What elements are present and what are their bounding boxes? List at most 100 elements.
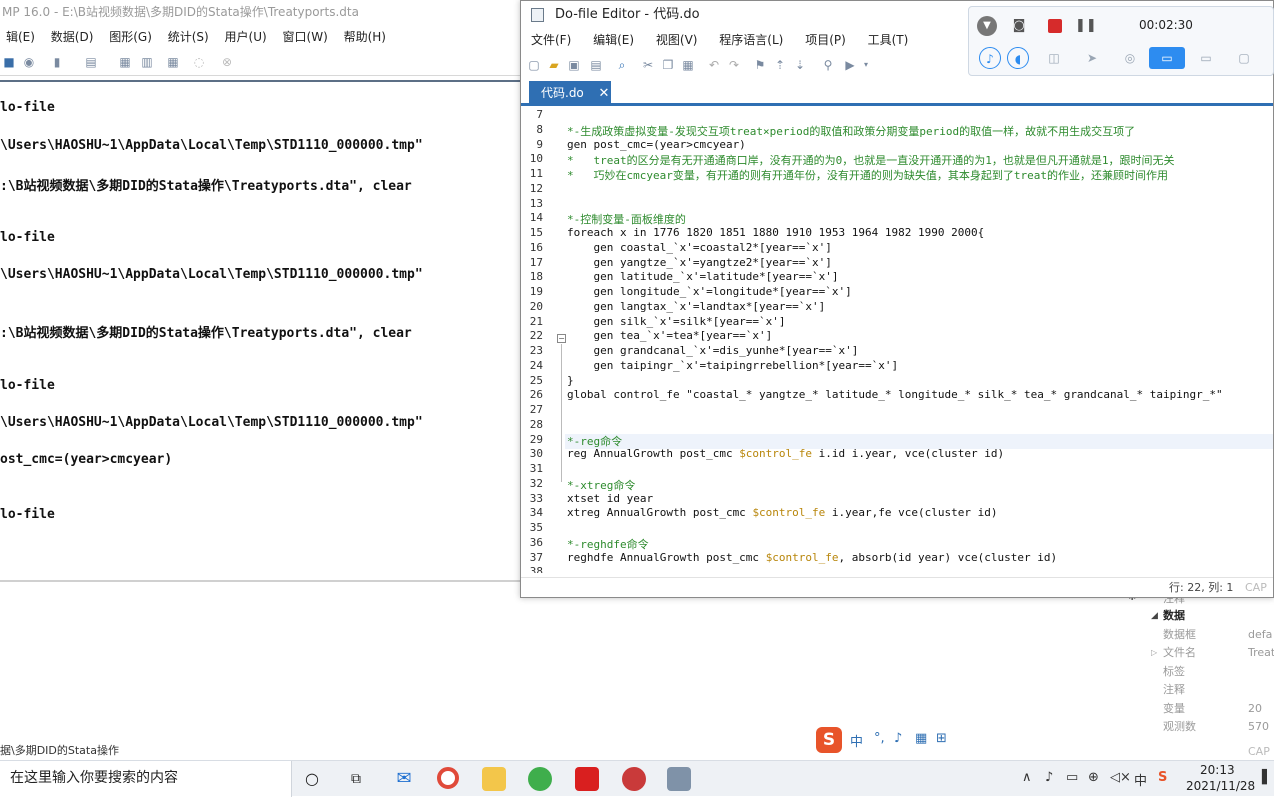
sogou-tray-icon[interactable]: S [1158, 770, 1167, 785]
cut-icon[interactable]: ✂ [641, 58, 655, 72]
caps-indicator: CAP [1248, 745, 1270, 758]
ime-language[interactable]: 中 [850, 731, 863, 750]
wechat-icon[interactable] [528, 767, 552, 791]
mail-icon[interactable]: ✉ [392, 767, 416, 791]
cortana-icon[interactable]: ○ [300, 767, 324, 791]
line-number: 37 [529, 550, 543, 564]
cursor-icon[interactable]: ➤ [1081, 47, 1103, 69]
bookmark-icon[interactable]: ⚑ [753, 58, 767, 72]
stop-record-button[interactable] [1045, 16, 1065, 36]
code-token: reg AnnualGrowth post_cmc [567, 447, 740, 461]
new-file-icon[interactable]: ▢ [527, 58, 541, 72]
menu-edit[interactable]: 辑(E) [0, 26, 41, 48]
menu-tools[interactable]: 工具(T) [858, 29, 917, 51]
prop-section-data[interactable]: ◢ 数据 [1143, 607, 1274, 625]
graph-icon[interactable]: ▮ [50, 55, 64, 69]
ime-mode-icon[interactable]: 中 [1134, 770, 1147, 789]
task-view-icon[interactable]: ⧉ [344, 767, 368, 791]
menu-view[interactable]: 视图(V) [646, 29, 706, 51]
tray-chevron-icon[interactable]: ∧ [1022, 770, 1032, 785]
punctuation-icon[interactable]: °, [874, 731, 885, 746]
mic-tray-icon[interactable]: ♪ [1045, 770, 1053, 785]
fold-toggle-icon[interactable]: − [557, 334, 566, 343]
screenshot-icon[interactable]: ◙ [1009, 16, 1029, 36]
volume-muted-icon[interactable]: ◁× [1110, 770, 1131, 785]
recorder-menu-icon[interactable]: ▼ [977, 16, 997, 36]
menu-project[interactable]: 项目(P) [795, 29, 854, 51]
chrome-icon[interactable] [437, 767, 459, 789]
sogou-logo-icon[interactable]: S [816, 727, 842, 753]
microphone-icon[interactable]: ♪ [979, 47, 1001, 69]
expand-icon[interactable]: ▷ [1151, 644, 1157, 662]
next-bookmark-icon[interactable]: ⇣ [793, 58, 807, 72]
save-icon[interactable]: ▣ [567, 58, 581, 72]
show-icon[interactable]: ⚲ [821, 58, 835, 72]
menu-statistics[interactable]: 统计(S) [162, 26, 215, 48]
youdao-icon[interactable] [575, 767, 599, 791]
data-editor-icon[interactable]: ▦ [118, 55, 132, 69]
save-icon[interactable]: ■ [2, 55, 16, 69]
recorder-app-icon[interactable] [622, 767, 646, 791]
file-explorer-icon[interactable] [482, 767, 506, 791]
cursor-position: 行: 22, 列: 1 [1169, 581, 1234, 594]
close-icon[interactable]: ✕ [597, 81, 611, 106]
tab-do-file[interactable]: 代码.do ✕ [529, 81, 611, 106]
break-icon[interactable]: ⊗ [220, 55, 234, 69]
menu-language[interactable]: 程序语言(L) [709, 29, 791, 51]
show-desktop-icon[interactable]: ▌ [1262, 770, 1272, 785]
voice-icon[interactable]: ♪ [894, 731, 902, 746]
battery-icon[interactable]: ▭ [1066, 770, 1078, 785]
code-line: gen yangtze_`x'=yangtze2*[year==`x'] [567, 255, 832, 269]
menu-user[interactable]: 用户(U) [219, 26, 273, 48]
line-number: 31 [529, 462, 543, 475]
copy-icon[interactable]: ❐ [661, 58, 675, 72]
fullscreen-mode-icon[interactable]: ▭ [1149, 47, 1185, 69]
properties-panel: 注释 ◢ 数据 数据框 defa ▷ 文件名 Treat 标签 注释 变量 20 观测数… [1143, 592, 1274, 740]
menu-window[interactable]: 窗口(W) [277, 26, 334, 48]
keyboard-icon[interactable]: ▦ [915, 731, 927, 746]
pane-divider[interactable] [0, 580, 520, 582]
toolbox-icon[interactable]: ⊞ [936, 731, 947, 746]
line-number: 36 [529, 535, 543, 549]
view-icon[interactable]: ◉ [22, 55, 36, 69]
clock-date[interactable]: 2021/11/28 [1186, 779, 1255, 793]
pause-icon[interactable]: ❚❚ [1075, 16, 1097, 36]
speaker-icon[interactable]: ◖ [1007, 47, 1029, 69]
window-mode-icon[interactable]: ▭ [1195, 47, 1217, 69]
result-line: lo-file [0, 507, 55, 522]
line-number: 12 [529, 181, 543, 195]
webcam-icon[interactable]: ◎ [1119, 47, 1141, 69]
more-icon[interactable]: ◌ [192, 55, 206, 69]
menu-help[interactable]: 帮助(H) [338, 26, 392, 48]
do-file-icon[interactable]: ▤ [84, 55, 98, 69]
menu-graphics[interactable]: 图形(G) [103, 26, 158, 48]
print-icon[interactable]: ▤ [589, 58, 603, 72]
record-timer: 00:02:30 [1139, 18, 1193, 32]
clock-time[interactable]: 20:13 [1200, 763, 1235, 777]
camera-off-icon[interactable]: ◫ [1043, 47, 1065, 69]
network-icon[interactable]: ⊕ [1088, 770, 1099, 785]
find-icon[interactable]: ⌕ [615, 58, 629, 72]
code-token: xtreg AnnualGrowth post_cmc [567, 506, 753, 520]
collapse-icon[interactable]: ◢ [1151, 607, 1158, 625]
chevron-down-icon[interactable]: ▾ [859, 58, 873, 72]
prev-bookmark-icon[interactable]: ⇡ [773, 58, 787, 72]
paste-icon[interactable]: ▦ [681, 58, 695, 72]
execute-icon[interactable]: ▶ [843, 58, 857, 72]
code-line: gen taipingr_`x'=taipingrrebellion*[year… [567, 358, 899, 372]
menu-edit[interactable]: 编辑(E) [583, 29, 642, 51]
menu-data[interactable]: 数据(D) [45, 26, 100, 48]
do-file-editor-window: Do-file Editor - 代码.do 文件(F) 编辑(E) 视图(V)… [520, 0, 1274, 598]
code-editor[interactable]: − 7 8 9 10 11 12 13 14 15 16 17 18 19 20 21 22 23 24 25 26 2… [521, 107, 1273, 573]
undo-icon[interactable]: ↶ [707, 58, 721, 72]
variables-manager-icon[interactable]: ▦ [166, 55, 180, 69]
code-line: gen tea_`x'=tea*[year==`x'] [567, 329, 773, 343]
region-mode-icon[interactable]: ▢ [1233, 47, 1255, 69]
redo-icon[interactable]: ↷ [727, 58, 741, 72]
stata-icon[interactable] [667, 767, 691, 791]
code-line: gen coastal_`x'=coastal2*[year==`x'] [567, 240, 832, 254]
open-folder-icon[interactable]: ▰ [547, 58, 561, 72]
menu-file[interactable]: 文件(F) [521, 29, 579, 51]
data-browser-icon[interactable]: ▥ [140, 55, 154, 69]
taskbar-search[interactable]: 在这里输入你要搜索的内容 [0, 761, 292, 797]
